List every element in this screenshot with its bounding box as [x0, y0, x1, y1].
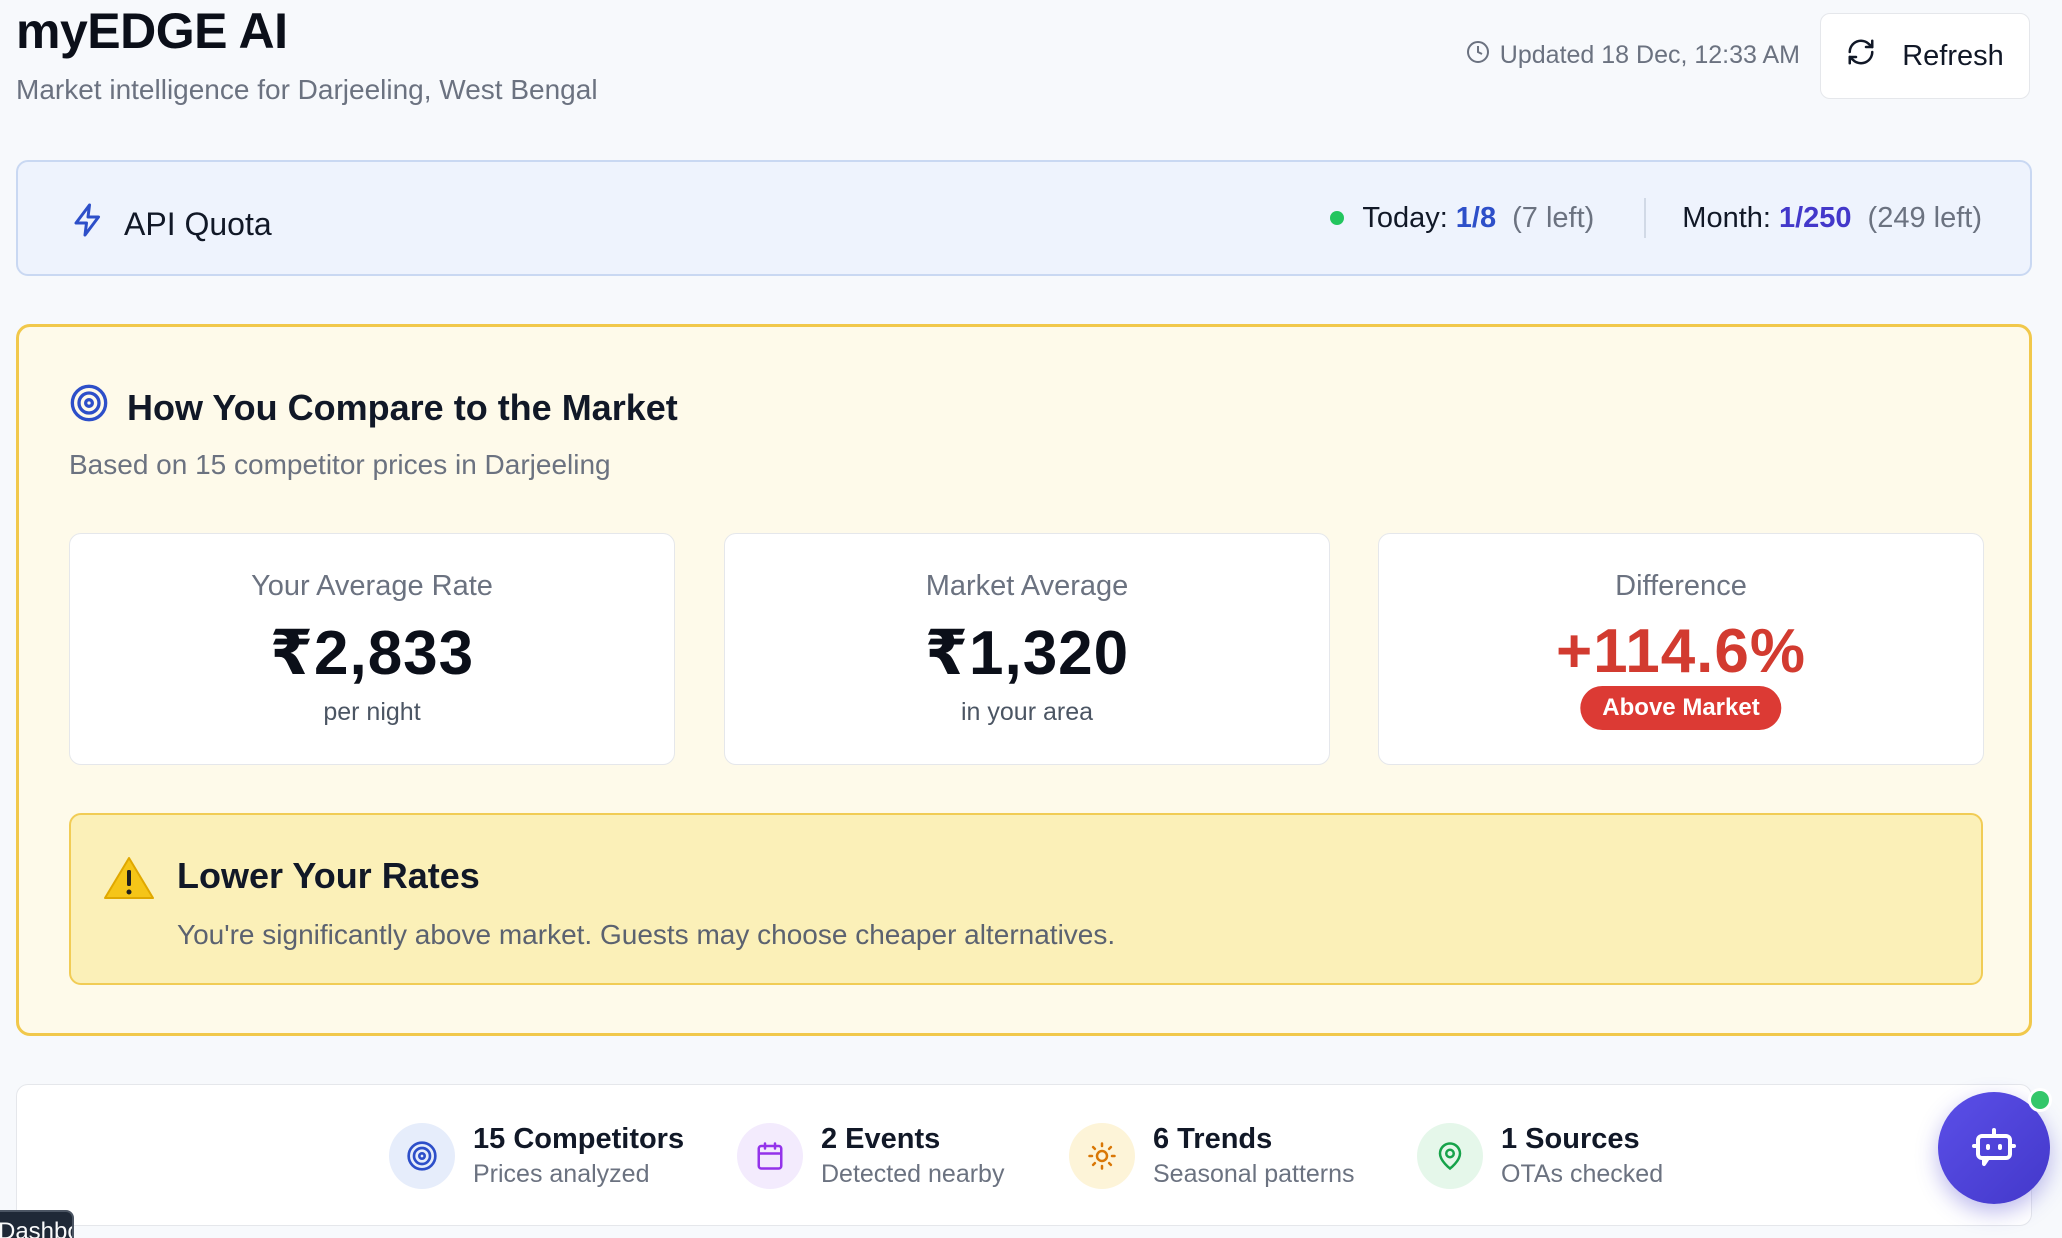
- clock-icon: [1466, 40, 1490, 71]
- today-left: (7 left): [1512, 201, 1595, 234]
- warning-icon: [103, 855, 155, 906]
- lightning-icon: [70, 200, 106, 248]
- summary-subtitle: OTAs checked: [1501, 1160, 1664, 1188]
- page-header: myEDGE AI Market intelligence for Darjee…: [16, 0, 2030, 120]
- refresh-icon: [1846, 37, 1876, 75]
- chat-bot-icon: [1970, 1122, 2018, 1175]
- month-left: (249 left): [1867, 201, 1982, 234]
- your-rate-label: Your Average Rate: [251, 570, 493, 602]
- summary-events: 2 Events Detected nearby: [737, 1121, 1004, 1191]
- comparison-subtitle: Based on 15 competitor prices in Darjeel…: [69, 449, 611, 480]
- quota-usage: Today: 1/8 (7 left) Month: 1/250 (249 le…: [1330, 198, 1982, 238]
- alert-title: Lower Your Rates: [177, 855, 480, 896]
- above-market-badge: Above Market: [1580, 686, 1782, 730]
- summary-title: 6 Trends: [1153, 1123, 1273, 1155]
- last-updated-text: Updated 18 Dec, 12:33 AM: [1499, 41, 1800, 69]
- alert-text: You're significantly above market. Guest…: [177, 919, 1116, 950]
- summary-title: 15 Competitors: [473, 1123, 685, 1155]
- summary-competitors: 15 Competitors Prices analyzed: [389, 1121, 684, 1191]
- difference-value: +114.6%: [1555, 617, 1807, 686]
- sun-icon: [1069, 1123, 1135, 1189]
- month-value: 1/250: [1778, 201, 1852, 234]
- market-average-card: Market Average ₹1,320 in your area: [724, 533, 1330, 765]
- app-subtitle: Market intelligence for Darjeeling, West…: [16, 74, 598, 105]
- quota-divider: [1644, 198, 1647, 238]
- api-quota-bar: API Quota Today: 1/8 (7 left) Month: 1/2…: [16, 160, 2032, 276]
- status-dot: [1330, 211, 1345, 225]
- market-average-label: Market Average: [925, 570, 1129, 602]
- target-icon: [69, 383, 109, 432]
- online-indicator: [2028, 1088, 2052, 1112]
- refresh-label: Refresh: [1902, 39, 2004, 72]
- refresh-button[interactable]: Refresh: [1820, 13, 2030, 99]
- target-icon: [389, 1123, 455, 1189]
- market-average-value: ₹1,320: [924, 619, 1130, 688]
- calendar-icon: [737, 1123, 803, 1189]
- comparison-title: How You Compare to the Market: [127, 386, 678, 428]
- your-rate-note: per night: [323, 698, 421, 726]
- your-rate-value: ₹2,833: [269, 619, 475, 688]
- insights-summary: 15 Competitors Prices analyzed 2 Events …: [16, 1084, 2032, 1226]
- summary-subtitle: Prices analyzed: [473, 1160, 650, 1188]
- market-average-note: in your area: [960, 698, 1094, 726]
- your-rate-card: Your Average Rate ₹2,833 per night: [69, 533, 675, 765]
- summary-title: 2 Events: [821, 1123, 941, 1155]
- sidebar-tooltip: Dashboard: [0, 1210, 74, 1238]
- api-quota-label: API Quota: [124, 205, 272, 242]
- today-value: 1/8: [1455, 201, 1497, 234]
- last-updated: Updated 18 Dec, 12:33 AM: [1466, 40, 1800, 71]
- api-quota-heading: API Quota: [70, 200, 272, 248]
- rate-recommendation-alert: Lower Your Rates You're significantly ab…: [69, 813, 1983, 985]
- month-label: Month:: [1682, 201, 1771, 234]
- today-label: Today:: [1362, 201, 1448, 234]
- map-pin-icon: [1417, 1123, 1483, 1189]
- summary-subtitle: Detected nearby: [821, 1160, 1005, 1188]
- summary-sources: 1 Sources OTAs checked: [1417, 1121, 1663, 1191]
- summary-title: 1 Sources: [1501, 1123, 1640, 1155]
- difference-label: Difference: [1615, 570, 1747, 602]
- app-title: myEDGE AI: [16, 3, 288, 59]
- market-comparison-card: How You Compare to the Market Based on 1…: [16, 324, 2032, 1036]
- summary-subtitle: Seasonal patterns: [1153, 1160, 1355, 1188]
- summary-trends: 6 Trends Seasonal patterns: [1069, 1121, 1355, 1191]
- comparison-heading: How You Compare to the Market: [69, 383, 678, 432]
- difference-card: Difference +114.6% Above Market: [1378, 533, 1984, 765]
